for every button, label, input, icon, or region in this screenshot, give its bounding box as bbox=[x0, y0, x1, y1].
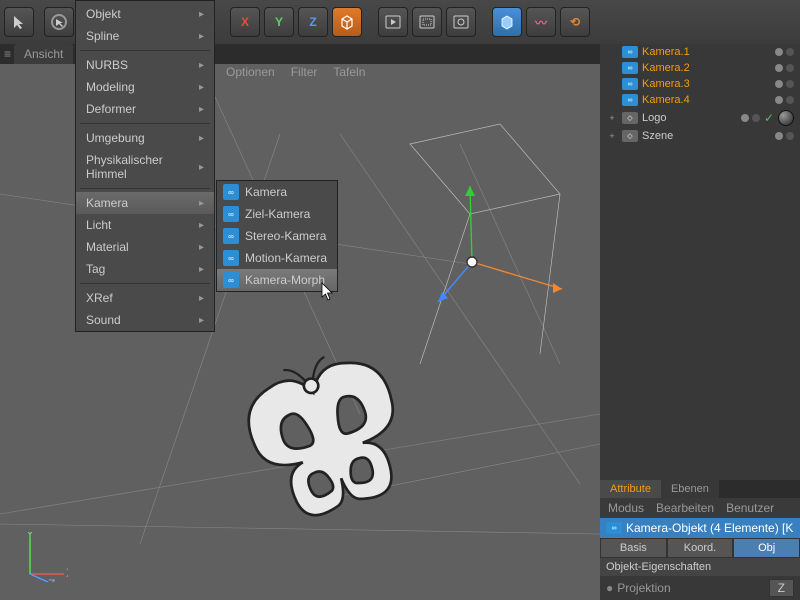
visibility-dots[interactable] bbox=[775, 132, 794, 140]
attr-benutzer[interactable]: Benutzer bbox=[726, 501, 774, 515]
camera-icon: ∞ bbox=[223, 272, 239, 288]
vp-filter[interactable]: Filter bbox=[291, 65, 318, 79]
vp-optionen[interactable]: Optionen bbox=[226, 65, 275, 79]
create-menu: ObjektSpline NURBSModelingDeformer Umgebun… bbox=[75, 0, 215, 332]
visibility-dots[interactable] bbox=[775, 80, 794, 88]
menu-item-nurbs[interactable]: NURBS bbox=[76, 54, 214, 76]
camera-icon: ∞ bbox=[622, 78, 638, 90]
attr-menu: Modus Bearbeiten Benutzer bbox=[600, 498, 800, 518]
camera-icon: ∞ bbox=[622, 62, 638, 74]
camera-icon: ∞ bbox=[606, 522, 622, 534]
render-check-icon[interactable]: ✓ bbox=[764, 111, 774, 125]
null-icon: ◇ bbox=[622, 130, 638, 142]
attr-btn-basis[interactable]: Basis bbox=[600, 538, 667, 558]
visibility-dots[interactable] bbox=[775, 96, 794, 104]
camera-icon: ∞ bbox=[223, 250, 239, 266]
spline-tool-icon[interactable]: 〰 bbox=[526, 7, 556, 37]
render-settings-icon[interactable] bbox=[446, 7, 476, 37]
butterfly-logo-object bbox=[200, 354, 460, 534]
menu-item-modeling[interactable]: Modeling bbox=[76, 76, 214, 98]
object-name: Kamera.2 bbox=[642, 62, 771, 74]
menu-item-sound[interactable]: Sound bbox=[76, 309, 214, 331]
attr-row-projektion: ● Projektion Z bbox=[600, 576, 800, 600]
attr-modus[interactable]: Modus bbox=[608, 501, 644, 515]
object-row-kamera-3[interactable]: ∞ Kamera.3 bbox=[606, 76, 794, 92]
submenu-item-kamera-morph[interactable]: ∞Kamera-Morph bbox=[217, 269, 337, 291]
expand-icon[interactable]: + bbox=[606, 131, 618, 141]
attr-btn-objekt[interactable]: Obj bbox=[733, 538, 800, 558]
submenu-item-kamera[interactable]: ∞Kamera bbox=[217, 181, 337, 203]
menu-item-tag[interactable]: Tag bbox=[76, 258, 214, 280]
camera-icon: ∞ bbox=[622, 46, 638, 58]
primitive-cube-icon[interactable] bbox=[492, 7, 522, 37]
object-name: Logo bbox=[642, 112, 737, 124]
null-icon: ◇ bbox=[622, 112, 638, 124]
object-manager-panel: Objekte Content Browser Struktu Datei Be… bbox=[600, 0, 800, 600]
svg-text:Y: Y bbox=[26, 532, 34, 541]
object-name: Kamera.3 bbox=[642, 78, 771, 90]
menu-item-physikalischer-himmel[interactable]: Physikalischer Himmel bbox=[76, 149, 214, 185]
menu-item-licht[interactable]: Licht bbox=[76, 214, 214, 236]
axis-x-button[interactable]: X bbox=[230, 7, 260, 37]
menu-item-material[interactable]: Material bbox=[76, 236, 214, 258]
expand-icon[interactable]: + bbox=[606, 113, 618, 123]
object-name: Kamera.1 bbox=[642, 46, 771, 58]
object-row-szene[interactable]: + ◇ Szene bbox=[606, 128, 794, 144]
attr-group-header: Objekt-Eigenschaften bbox=[600, 558, 800, 576]
svg-text:X: X bbox=[66, 566, 68, 580]
object-row-kamera-4[interactable]: ∞ Kamera.4 bbox=[606, 92, 794, 108]
link-icon[interactable]: ⟲ bbox=[560, 7, 590, 37]
render-region-icon[interactable] bbox=[412, 7, 442, 37]
view-tab-ansicht[interactable]: Ansicht bbox=[14, 44, 73, 64]
object-row-kamera-2[interactable]: ∞ Kamera.2 bbox=[606, 60, 794, 76]
menu-item-spline[interactable]: Spline bbox=[76, 25, 214, 47]
attr-object-header: ∞ Kamera-Objekt (4 Elemente) [K bbox=[600, 518, 800, 538]
visibility-dots[interactable] bbox=[775, 64, 794, 72]
camera-icon: ∞ bbox=[223, 184, 239, 200]
visibility-dots[interactable] bbox=[741, 114, 760, 122]
tool-live-select[interactable] bbox=[44, 7, 74, 37]
attr-bearbeiten[interactable]: Bearbeiten bbox=[656, 501, 714, 515]
projektion-dropdown[interactable]: Z bbox=[769, 579, 794, 597]
axis-y-button[interactable]: Y bbox=[264, 7, 294, 37]
camera-submenu: ∞Kamera∞Ziel-Kamera∞Stereo-Kamera∞Motion… bbox=[216, 180, 338, 292]
tab-menu-icon[interactable]: ≡ bbox=[4, 47, 14, 61]
camera-icon: ∞ bbox=[223, 206, 239, 222]
attr-tab-buttons: Basis Koord. Obj bbox=[600, 538, 800, 558]
svg-text:Z: Z bbox=[48, 577, 55, 582]
camera-icon: ∞ bbox=[622, 94, 638, 106]
menu-item-objekt[interactable]: Objekt bbox=[76, 3, 214, 25]
tab-ebenen[interactable]: Ebenen bbox=[661, 480, 719, 498]
material-tag-icon[interactable] bbox=[778, 110, 794, 126]
submenu-item-motion-kamera[interactable]: ∞Motion-Kamera bbox=[217, 247, 337, 269]
object-row-logo[interactable]: + ◇ Logo ✓ bbox=[606, 108, 794, 128]
object-tree[interactable]: ∞ Kamera.1 ∞ Kamera.2 ∞ Kamera.3 ∞ Kamera.4 + ◇ Lo… bbox=[600, 42, 800, 146]
submenu-item-ziel-kamera[interactable]: ∞Ziel-Kamera bbox=[217, 203, 337, 225]
menu-item-kamera[interactable]: Kamera bbox=[76, 192, 214, 214]
axis-z-button[interactable]: Z bbox=[298, 7, 328, 37]
object-row-kamera-1[interactable]: ∞ Kamera.1 bbox=[606, 44, 794, 60]
tool-select-icon[interactable] bbox=[4, 7, 34, 37]
object-name: Szene bbox=[642, 130, 771, 142]
menu-item-umgebung[interactable]: Umgebung bbox=[76, 127, 214, 149]
camera-icon: ∞ bbox=[223, 228, 239, 244]
tab-attribute[interactable]: Attribute bbox=[600, 480, 661, 498]
object-name: Kamera.4 bbox=[642, 94, 771, 106]
vp-tafeln[interactable]: Tafeln bbox=[333, 65, 365, 79]
visibility-dots[interactable] bbox=[775, 48, 794, 56]
render-icon[interactable] bbox=[378, 7, 408, 37]
attr-btn-koord[interactable]: Koord. bbox=[667, 538, 734, 558]
menu-item-xref[interactable]: XRef bbox=[76, 287, 214, 309]
viewport-axis-gizmo: X Y Z bbox=[18, 532, 68, 582]
mouse-cursor-icon bbox=[320, 282, 336, 307]
cube-add-icon[interactable] bbox=[332, 7, 362, 37]
menu-item-deformer[interactable]: Deformer bbox=[76, 98, 214, 120]
attribute-manager: Attribute Ebenen Modus Bearbeiten Benutz… bbox=[600, 480, 800, 600]
submenu-item-stereo-kamera[interactable]: ∞Stereo-Kamera bbox=[217, 225, 337, 247]
